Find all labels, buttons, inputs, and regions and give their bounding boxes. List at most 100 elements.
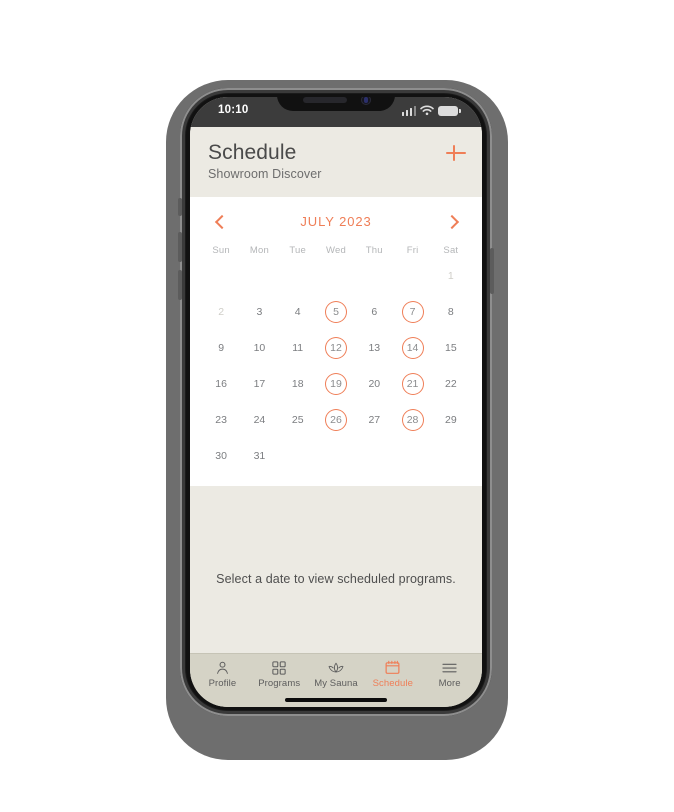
calendar-day-scheduled[interactable]: 26 — [325, 409, 347, 431]
calendar-card: JULY 2023 Sun Mon Tue Wed Thu Fri Sat 12… — [190, 196, 482, 486]
calendar-weekday-header: Sun Mon Tue Wed Thu Fri Sat — [202, 245, 470, 256]
calendar-day — [402, 265, 424, 287]
tab-my-sauna[interactable]: My Sauna — [308, 660, 365, 689]
calendar-cell[interactable]: 17 — [240, 368, 278, 400]
tab-profile[interactable]: Profile — [194, 660, 251, 689]
calendar-day — [363, 265, 385, 287]
calendar-cell[interactable]: 11 — [279, 332, 317, 364]
calendar-day — [402, 445, 424, 467]
calendar-day[interactable]: 6 — [363, 301, 385, 323]
calendar-day — [287, 445, 309, 467]
schedule-content-area: Select a date to view scheduled programs… — [190, 485, 482, 653]
calendar-day[interactable]: 2 — [210, 301, 232, 323]
weekday-label: Fri — [406, 244, 419, 256]
calendar-cell[interactable]: 12 — [317, 332, 355, 364]
status-bar-time: 10:10 — [218, 104, 249, 116]
tab-label: More — [438, 678, 461, 689]
calendar-day[interactable]: 22 — [440, 373, 462, 395]
calendar-cell[interactable]: 15 — [432, 332, 470, 364]
silent-switch-button[interactable] — [178, 198, 182, 216]
calendar-day[interactable]: 25 — [287, 409, 309, 431]
calendar-cell[interactable]: 10 — [240, 332, 278, 364]
calendar-day-scheduled[interactable]: 12 — [325, 337, 347, 359]
calendar-cell — [240, 260, 278, 292]
calendar-day-scheduled[interactable]: 19 — [325, 373, 347, 395]
calendar-grid: 1 2 3 4 5 6 7 8 9 10 11 12 13 14 15 16 17 18 19 20 21 22 23 24 2… — [202, 260, 470, 472]
calendar-day[interactable]: 11 — [287, 337, 309, 359]
calendar-cell[interactable]: 14 — [393, 332, 431, 364]
calendar-day[interactable]: 18 — [287, 373, 309, 395]
calendar-cell[interactable]: 27 — [355, 404, 393, 436]
calendar-day[interactable]: 1 — [440, 265, 462, 287]
plus-icon[interactable] — [444, 141, 468, 165]
calendar-cell[interactable]: 20 — [355, 368, 393, 400]
calendar-cell[interactable]: 13 — [355, 332, 393, 364]
calendar-day[interactable]: 17 — [248, 373, 270, 395]
calendar-cell[interactable]: 7 — [393, 296, 431, 328]
calendar-cell[interactable]: 24 — [240, 404, 278, 436]
calendar-day[interactable]: 13 — [363, 337, 385, 359]
calendar-cell — [279, 440, 317, 472]
calendar-day[interactable]: 27 — [363, 409, 385, 431]
calendar-cell[interactable]: 31 — [240, 440, 278, 472]
calendar-cell — [393, 440, 431, 472]
calendar-cell[interactable]: 22 — [432, 368, 470, 400]
calendar-day-scheduled[interactable]: 21 — [402, 373, 424, 395]
wifi-icon — [420, 105, 434, 116]
calendar-cell[interactable]: 29 — [432, 404, 470, 436]
calendar-cell[interactable]: 8 — [432, 296, 470, 328]
calendar-day-scheduled[interactable]: 5 — [325, 301, 347, 323]
calendar-cell[interactable]: 6 — [355, 296, 393, 328]
calendar-cell[interactable]: 25 — [279, 404, 317, 436]
calendar-day[interactable]: 15 — [440, 337, 462, 359]
power-button[interactable] — [490, 248, 494, 294]
tab-more[interactable]: More — [421, 660, 478, 689]
volume-down-button[interactable] — [178, 270, 182, 300]
calendar-cell[interactable]: 4 — [279, 296, 317, 328]
grid-icon — [272, 660, 286, 675]
chevron-right-icon[interactable] — [442, 213, 460, 231]
calendar-day[interactable]: 16 — [210, 373, 232, 395]
calendar-day[interactable]: 23 — [210, 409, 232, 431]
calendar-day[interactable]: 20 — [363, 373, 385, 395]
calendar-cell[interactable]: 18 — [279, 368, 317, 400]
calendar-day[interactable]: 8 — [440, 301, 462, 323]
calendar-day[interactable]: 31 — [248, 445, 270, 467]
calendar-cell[interactable]: 2 — [202, 296, 240, 328]
calendar-cell[interactable]: 26 — [317, 404, 355, 436]
calendar-cell[interactable]: 19 — [317, 368, 355, 400]
calendar-cell[interactable]: 23 — [202, 404, 240, 436]
calendar-day[interactable]: 24 — [248, 409, 270, 431]
home-indicator-area — [190, 693, 482, 707]
calendar-day[interactable]: 9 — [210, 337, 232, 359]
calendar-day[interactable]: 10 — [248, 337, 270, 359]
calendar-cell[interactable]: 3 — [240, 296, 278, 328]
calendar-cell[interactable]: 28 — [393, 404, 431, 436]
calendar-day-scheduled[interactable]: 28 — [402, 409, 424, 431]
tab-label: Profile — [208, 678, 237, 689]
calendar-day — [325, 445, 347, 467]
tab-label: Programs — [258, 678, 301, 689]
calendar-day[interactable]: 30 — [210, 445, 232, 467]
tab-programs[interactable]: Programs — [251, 660, 308, 689]
calendar-cell[interactable]: 16 — [202, 368, 240, 400]
tab-schedule[interactable]: Schedule — [364, 660, 421, 689]
calendar-cell[interactable]: 1 — [432, 260, 470, 292]
calendar-cell[interactable]: 5 — [317, 296, 355, 328]
calendar-day[interactable]: 29 — [440, 409, 462, 431]
calendar-cell[interactable]: 30 — [202, 440, 240, 472]
calendar-day-scheduled[interactable]: 7 — [402, 301, 424, 323]
volume-up-button[interactable] — [178, 232, 182, 262]
calendar-week-row: 2345678 — [202, 296, 470, 328]
chevron-left-icon[interactable] — [212, 213, 230, 231]
home-indicator[interactable] — [285, 698, 387, 702]
calendar-day[interactable]: 3 — [248, 301, 270, 323]
front-camera — [361, 97, 371, 105]
calendar-day-scheduled[interactable]: 14 — [402, 337, 424, 359]
calendar-day[interactable]: 4 — [287, 301, 309, 323]
calendar-cell[interactable]: 9 — [202, 332, 240, 364]
calendar-cell — [317, 260, 355, 292]
calendar-cell — [355, 260, 393, 292]
weekday-label: Sat — [443, 244, 459, 256]
calendar-cell[interactable]: 21 — [393, 368, 431, 400]
